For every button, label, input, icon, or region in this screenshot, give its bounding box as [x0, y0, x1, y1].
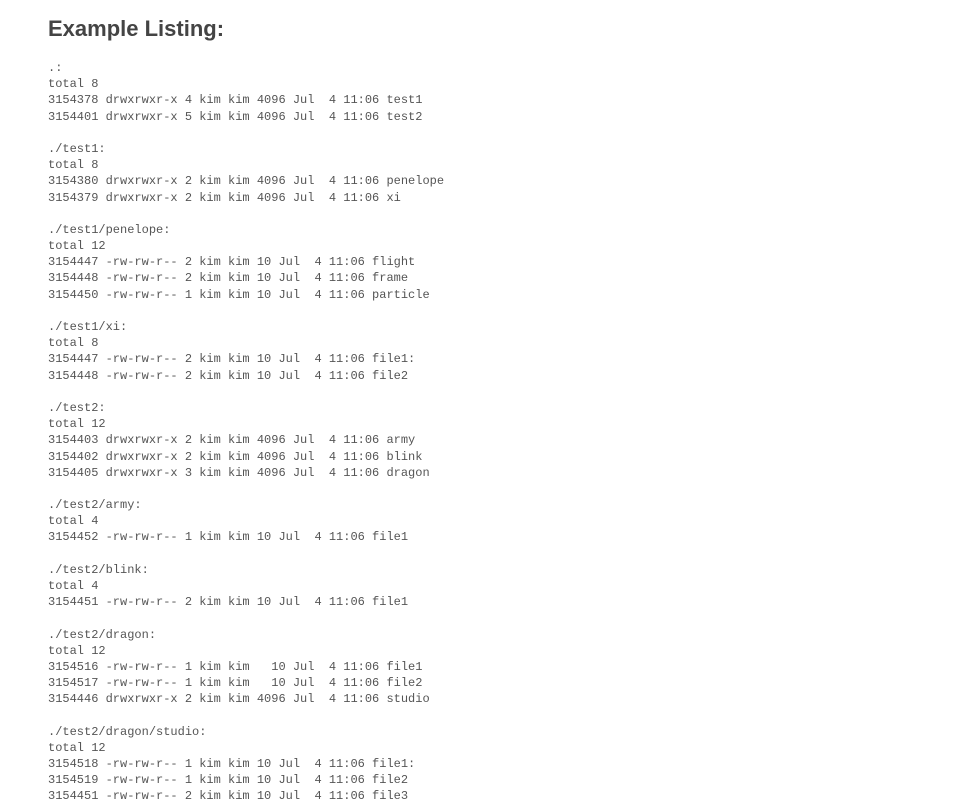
- document-container: Example Listing: .: total 8 3154378 drwx…: [0, 16, 980, 805]
- listing-output: .: total 8 3154378 drwxrwxr-x 4 kim kim …: [48, 60, 932, 805]
- section-heading: Example Listing:: [48, 16, 932, 42]
